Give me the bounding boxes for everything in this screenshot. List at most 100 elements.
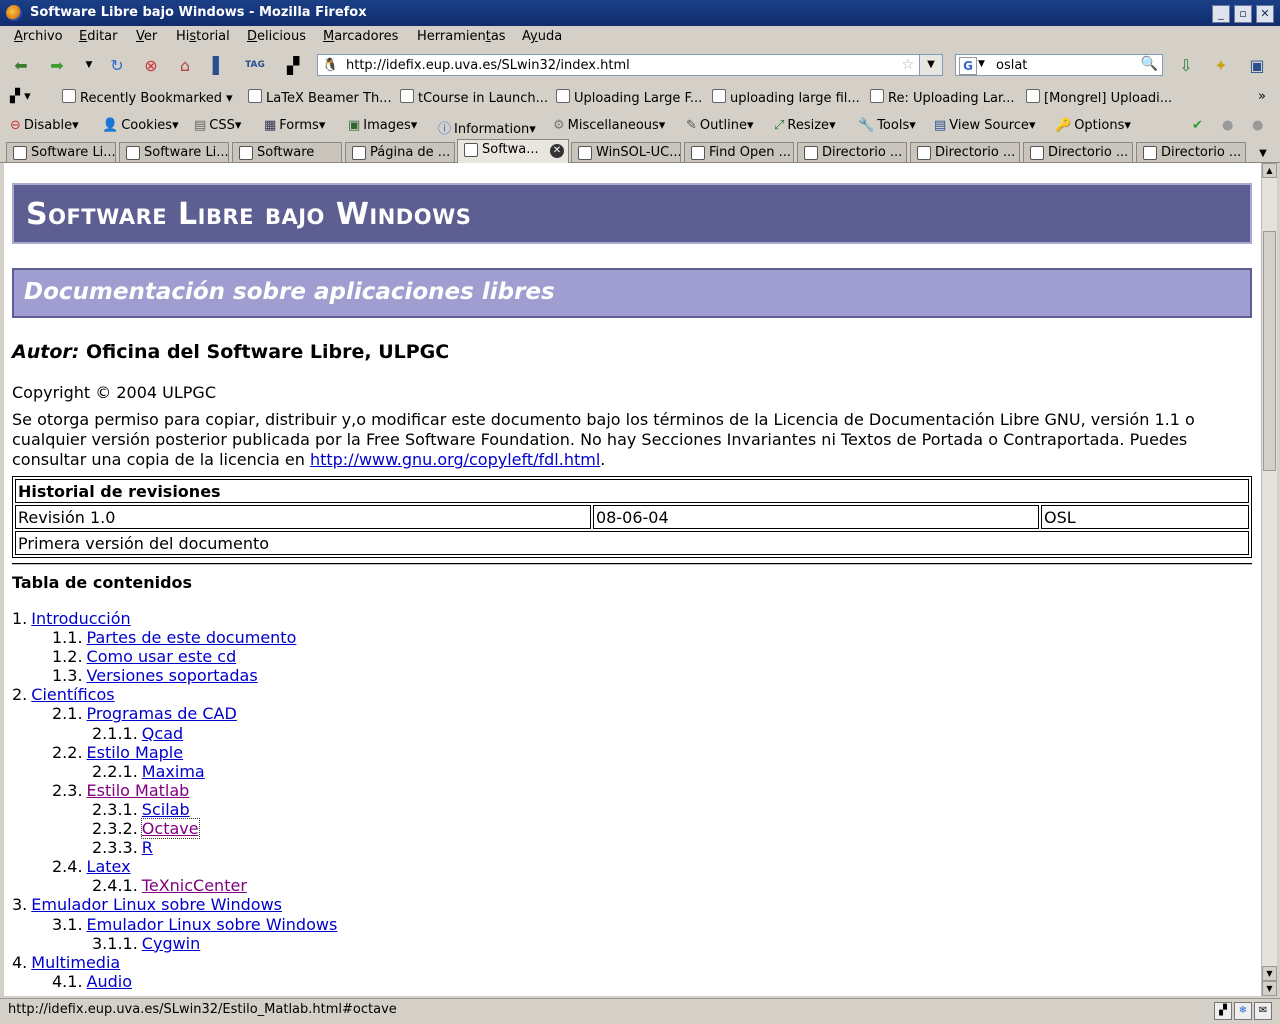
- menu-item-delicious[interactable]: Delicious: [247, 29, 306, 44]
- toc-link[interactable]: Cygwin: [142, 934, 200, 953]
- dev-menu-options[interactable]: 🔑 Options▾: [1055, 118, 1131, 133]
- bookmark-item[interactable]: Uploading Large F...: [556, 89, 702, 106]
- menu-item-ayuda[interactable]: Ayuda: [522, 29, 562, 44]
- dev-menu-disable[interactable]: ⊖ Disable▾: [10, 118, 79, 133]
- dev-menu-information[interactable]: ⓘ Information▾: [438, 118, 536, 137]
- toc-link[interactable]: Versiones soportadas: [87, 666, 258, 685]
- menu-item-historial[interactable]: Historial: [176, 29, 230, 44]
- dev-miscellaneous-icon: ⚙: [553, 118, 565, 133]
- dev-menu-images[interactable]: ▣ Images▾: [348, 118, 417, 133]
- dev-menu-miscellaneous[interactable]: ⚙ Miscellaneous▾: [553, 118, 665, 133]
- toc-link[interactable]: Estilo Maple: [87, 743, 184, 762]
- dev-menu-tools[interactable]: 🔧 Tools▾: [858, 118, 916, 133]
- toc-link[interactable]: Estilo Matlab: [87, 781, 190, 800]
- search-input[interactable]: [996, 57, 1136, 73]
- bookmark-menu-icon[interactable]: ▞ ▾: [10, 89, 31, 104]
- scroll-up-icon[interactable]: ▲: [1262, 163, 1277, 178]
- toc-link[interactable]: Audio: [87, 972, 132, 991]
- toc-link[interactable]: Como usar este cd: [87, 647, 237, 666]
- url-bar[interactable]: 🐧 http://idefix.eup.uva.es/SLwin32/index…: [317, 54, 943, 76]
- reload-icon[interactable]: ↻: [106, 54, 128, 76]
- browser-tab[interactable]: Software Li...: [6, 142, 116, 162]
- browser-tab[interactable]: Find Open ...: [684, 142, 794, 162]
- minimize-button[interactable]: _: [1212, 5, 1230, 23]
- menu-item-ver[interactable]: Ver: [136, 29, 157, 44]
- toc-link[interactable]: Latex: [87, 857, 131, 876]
- toc-link[interactable]: Introducción: [31, 609, 130, 628]
- scroll-down-2-icon[interactable]: ▼: [1262, 981, 1277, 996]
- toc-number: 3.: [12, 895, 28, 915]
- search-box[interactable]: G ▼ 🔍: [955, 54, 1163, 76]
- toc-link[interactable]: TeXnicCenter: [142, 876, 247, 895]
- license-link[interactable]: http://www.gnu.org/copyleft/fdl.html: [310, 450, 600, 469]
- status-mail-icon[interactable]: ✉: [1254, 1002, 1272, 1020]
- menu-item-editar[interactable]: Editar: [79, 29, 118, 44]
- toc-link[interactable]: Emulador Linux sobre Windows: [87, 915, 338, 934]
- tab-list-icon[interactable]: ▼: [1252, 142, 1274, 164]
- scroll-down-icon[interactable]: ▼: [1262, 966, 1277, 981]
- url-dropdown-icon[interactable]: ▼: [919, 55, 942, 75]
- dev-menu-css[interactable]: ▤ CSS▾: [194, 118, 241, 133]
- bookmark-item[interactable]: Re: Uploading Lar...: [870, 89, 1015, 106]
- download-icon[interactable]: ⇩: [1175, 54, 1197, 76]
- css-status-icon[interactable]: ●: [1222, 118, 1233, 133]
- home-icon[interactable]: ⌂: [174, 54, 196, 76]
- dev-menu-view-source[interactable]: ▤ View Source▾: [934, 118, 1035, 133]
- browser-tab[interactable]: Directorio ...: [910, 142, 1020, 162]
- stop-icon[interactable]: ⊗: [140, 54, 162, 76]
- validation-ok-icon[interactable]: ✔: [1192, 118, 1203, 133]
- dev-menu-forms[interactable]: ▦ Forms▾: [264, 118, 325, 133]
- tag-icon[interactable]: TAG: [244, 54, 266, 76]
- status-snowflake-icon[interactable]: ❄: [1234, 1002, 1252, 1020]
- search-engine-icon[interactable]: G: [959, 57, 977, 75]
- browser-tab[interactable]: Softwa... ✕: [457, 139, 569, 163]
- browser-tab[interactable]: Directorio ...: [1136, 142, 1246, 162]
- browser-tab[interactable]: Página de ...: [345, 142, 455, 162]
- toc-link[interactable]: Octave: [140, 818, 200, 840]
- toc-link[interactable]: Partes de este documento: [87, 628, 297, 647]
- bookmark-item[interactable]: uploading large fil...: [712, 89, 860, 106]
- url-text[interactable]: http://idefix.eup.uva.es/SLwin32/index.h…: [346, 58, 630, 73]
- bookmark-item[interactable]: [Mongrel] Uploadi...: [1026, 89, 1172, 106]
- new-tab-icon[interactable]: ▣: [1246, 54, 1268, 76]
- toc-link[interactable]: Qcad: [142, 724, 183, 743]
- scrollbar-thumb[interactable]: [1263, 231, 1276, 471]
- close-button[interactable]: ✕: [1256, 5, 1274, 23]
- vertical-scrollbar[interactable]: ▲ ▼ ▼: [1261, 163, 1277, 996]
- dev-menu-resize[interactable]: ⤢ Resize▾: [774, 118, 836, 133]
- browser-tab[interactable]: Software Li...: [119, 142, 229, 162]
- toc-link[interactable]: Programas de CAD: [87, 704, 237, 723]
- menu-item-herramientas[interactable]: Herramientas: [417, 29, 506, 44]
- toc-link[interactable]: Maxima: [142, 762, 205, 781]
- screen-icon[interactable]: ▞: [282, 54, 304, 76]
- forward-arrow-icon[interactable]: ➡: [46, 54, 68, 76]
- sidebar-icon[interactable]: ▌: [208, 54, 230, 76]
- menu-item-marcadores[interactable]: Marcadores: [323, 29, 398, 44]
- menu-item-archivo[interactable]: Archivo: [14, 29, 63, 44]
- js-status-icon[interactable]: ●: [1252, 118, 1263, 133]
- toc-link[interactable]: R: [142, 838, 153, 857]
- toc-link[interactable]: Emulador Linux sobre Windows: [31, 895, 282, 914]
- browser-tab[interactable]: Directorio ...: [1023, 142, 1133, 162]
- toc-link[interactable]: Científicos: [31, 685, 114, 704]
- browser-tab[interactable]: Directorio ...: [797, 142, 907, 162]
- toc-link[interactable]: Scilab: [142, 800, 190, 819]
- search-icon[interactable]: 🔍: [1141, 56, 1158, 72]
- maximize-button[interactable]: ▫: [1234, 5, 1252, 23]
- status-screen-icon[interactable]: ▞: [1214, 1002, 1232, 1020]
- new-window-icon[interactable]: ✦: [1210, 54, 1232, 76]
- bookmark-item[interactable]: Recently Bookmarked ▾: [62, 89, 233, 106]
- history-dropdown-icon[interactable]: ▼: [78, 54, 100, 76]
- bookmarks-overflow-icon[interactable]: »: [1258, 89, 1266, 104]
- back-arrow-icon[interactable]: ⬅: [10, 54, 32, 76]
- bookmark-item[interactable]: LaTeX Beamer Th...: [248, 89, 392, 106]
- tab-close-icon[interactable]: ✕: [550, 144, 564, 158]
- toc-link[interactable]: Multimedia: [31, 953, 120, 972]
- dev-menu-cookies[interactable]: 👤 Cookies▾: [102, 118, 179, 133]
- engine-dropdown-icon[interactable]: ▼: [978, 59, 985, 69]
- bookmark-star-icon[interactable]: ☆: [901, 57, 914, 73]
- browser-tab[interactable]: Software: [232, 142, 342, 162]
- browser-tab[interactable]: WinSOL-UC...: [571, 142, 681, 162]
- bookmark-item[interactable]: tCourse in Launch...: [400, 89, 548, 106]
- dev-menu-outline[interactable]: ✎ Outline▾: [686, 118, 753, 133]
